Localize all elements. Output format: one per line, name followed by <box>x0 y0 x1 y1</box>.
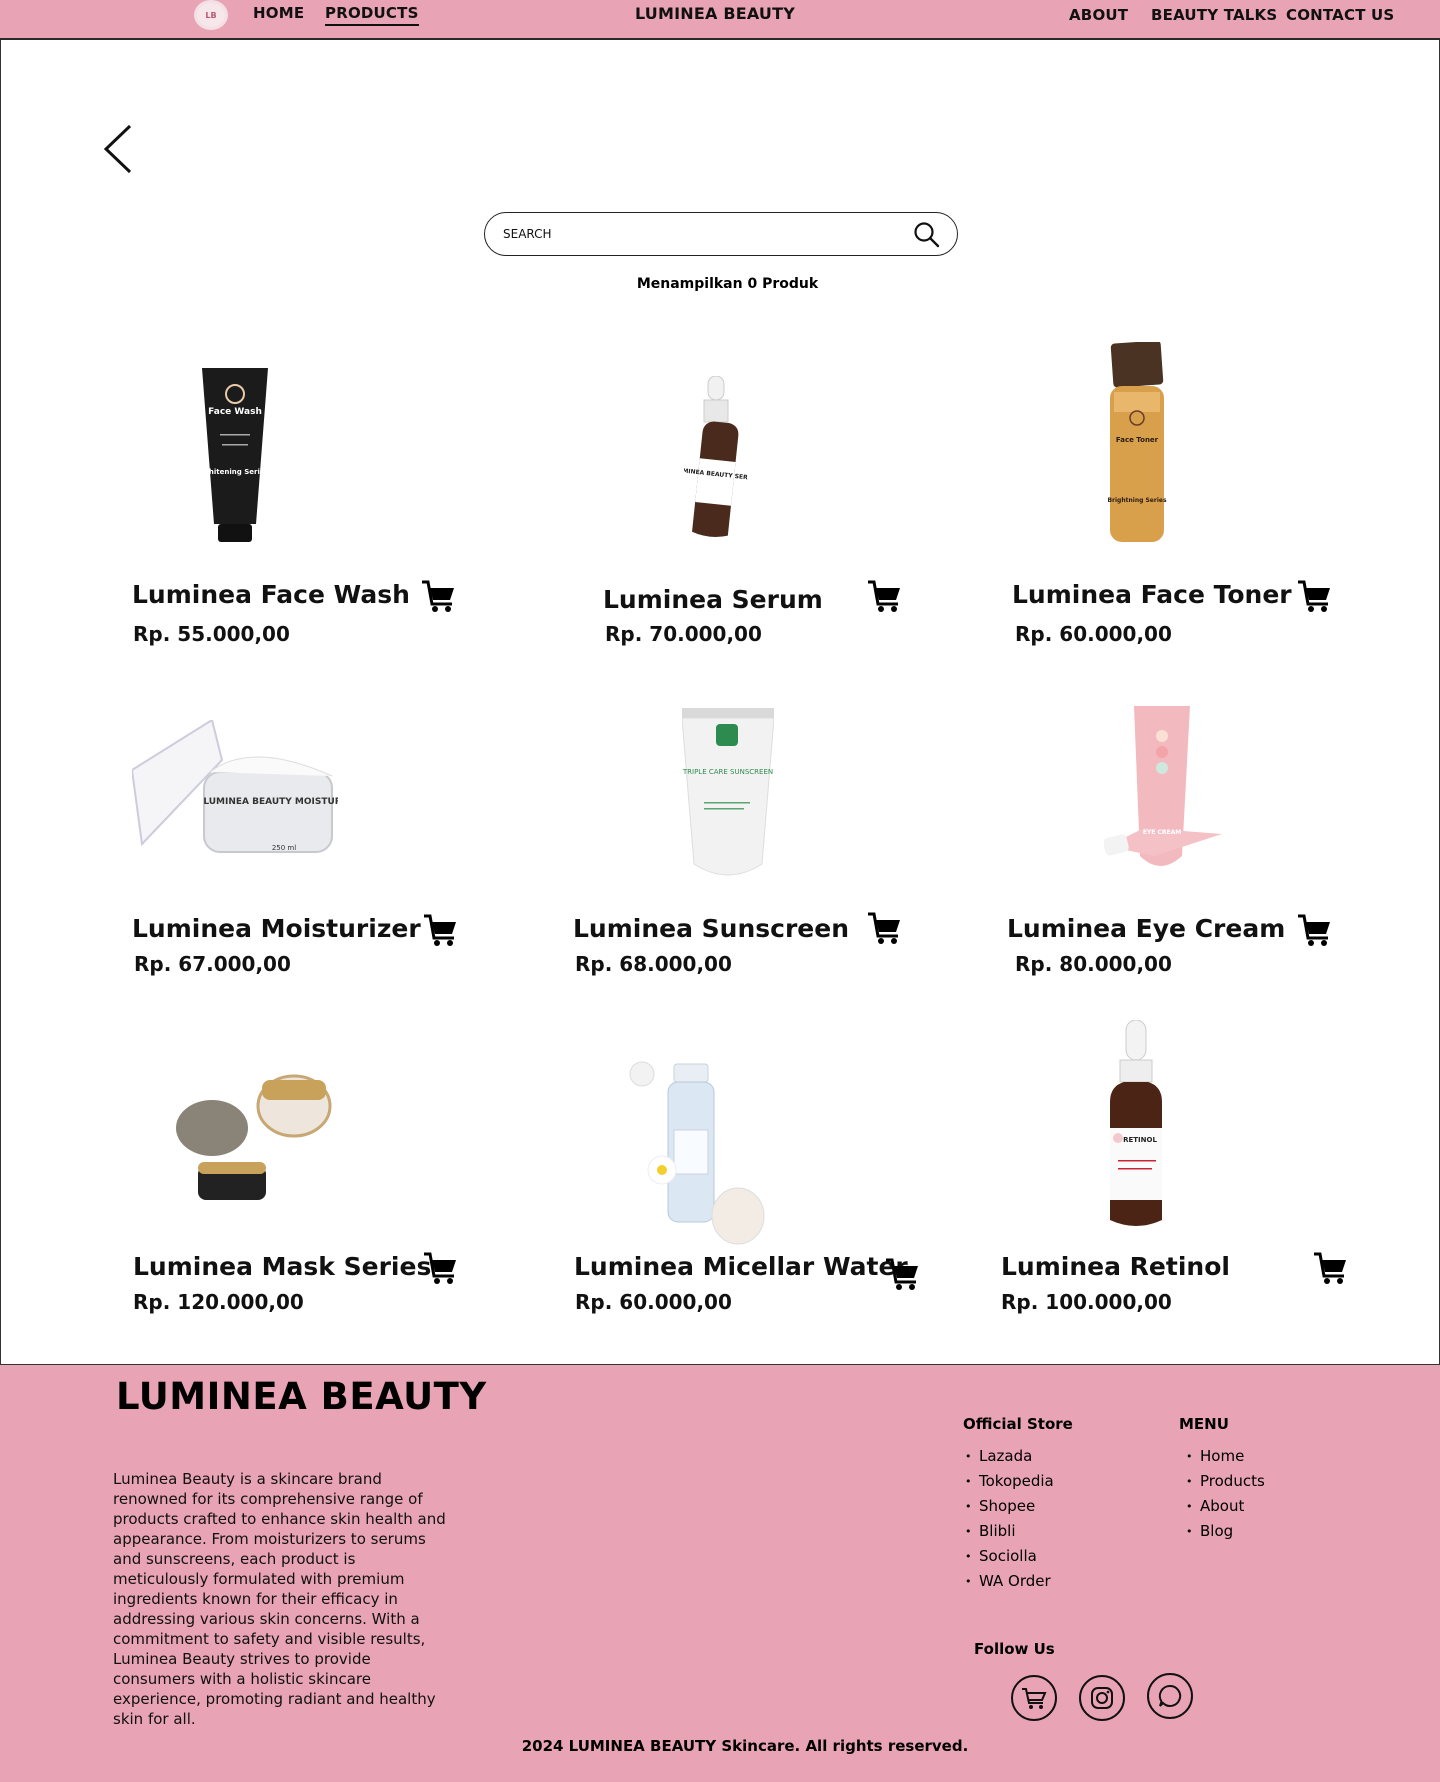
product-name[interactable]: Luminea Sunscreen <box>573 914 849 943</box>
product-price: Rp. 68.000,00 <box>575 952 732 976</box>
product-price: Rp. 55.000,00 <box>133 622 290 646</box>
product-name[interactable]: Luminea Face Wash <box>132 580 410 609</box>
toner-bottle-image: Face Toner Brightning Series <box>1107 342 1167 542</box>
eye-cream-tube-image: EYE CREAM <box>1104 706 1222 866</box>
toner-sub: Brightning Series <box>1107 497 1166 504</box>
store-link-wa-order[interactable]: WA Order <box>963 1569 1054 1594</box>
product-name[interactable]: Luminea Eye Cream <box>1007 914 1285 943</box>
add-to-cart-icon[interactable] <box>1296 912 1332 948</box>
face-wash-sub: Whitening Series <box>201 468 269 476</box>
product-price: Rp. 120.000,00 <box>133 1290 304 1314</box>
store-link-tokopedia[interactable]: Tokopedia <box>963 1469 1054 1494</box>
footer-title: LUMINEA BEAUTY <box>116 1375 487 1418</box>
search-bar <box>484 212 958 256</box>
moisturizer-jar-image: LUMINEA BEAUTY MOISTURIZER 250 ml <box>132 720 338 853</box>
store-link-lazada[interactable]: Lazada <box>963 1444 1054 1469</box>
copyright-text: 2024 LUMINEA BEAUTY Skincare. All rights… <box>521 1737 969 1755</box>
footer-link-blog[interactable]: Blog <box>1184 1519 1265 1544</box>
product-price: Rp. 80.000,00 <box>1015 952 1172 976</box>
product-name[interactable]: Luminea Moisturizer <box>132 914 421 943</box>
product-price: Rp. 60.000,00 <box>575 1290 732 1314</box>
footer-link-products[interactable]: Products <box>1184 1469 1265 1494</box>
store-link-sociolla[interactable]: Sociolla <box>963 1544 1054 1569</box>
store-link-shopee[interactable]: Shopee <box>963 1494 1054 1519</box>
product-price: Rp. 60.000,00 <box>1015 622 1172 646</box>
moisturizer-sub: 250 ml <box>272 844 296 852</box>
follow-us-title: Follow Us <box>974 1640 1055 1658</box>
add-to-cart-icon[interactable] <box>420 578 456 614</box>
nav-beauty-talks-link[interactable]: BEAUTY TALKS <box>1151 6 1277 24</box>
product-price: Rp. 70.000,00 <box>605 622 762 646</box>
nav-about-link[interactable]: ABOUT <box>1069 6 1128 24</box>
mask-jars-image <box>176 1074 332 1200</box>
official-store-list: Lazada Tokopedia Shopee Blibli Sociolla … <box>963 1444 1054 1594</box>
face-wash-tube-image: Face Wash Whitening Series <box>201 368 269 542</box>
product-name[interactable]: Luminea Retinol <box>1001 1252 1230 1281</box>
product-count-text: Menampilkan 0 Produk <box>636 276 819 292</box>
product-name[interactable]: Luminea Mask Series <box>133 1252 431 1281</box>
eye-cream-label: EYE CREAM <box>1143 829 1181 836</box>
sunscreen-label: TRIPLE CARE SUNSCREEN <box>682 768 773 776</box>
page-frame-left <box>0 40 1 1364</box>
product-price: Rp. 67.000,00 <box>134 952 291 976</box>
retinol-dropper-bottle-image: RETINOL <box>1110 1020 1162 1226</box>
toner-label: Face Toner <box>1116 436 1159 444</box>
sunscreen-tube-image: TRIPLE CARE SUNSCREEN <box>682 708 774 876</box>
add-to-cart-icon[interactable] <box>1312 1250 1348 1286</box>
product-name[interactable]: Luminea Face Toner <box>1012 580 1292 609</box>
official-store-title: Official Store <box>963 1415 1073 1433</box>
instagram-icon[interactable] <box>1079 1675 1125 1721</box>
add-to-cart-icon[interactable] <box>422 912 458 948</box>
serum-bottle-image: LUMINEA BEAUTY SERUM <box>684 376 748 537</box>
footer-link-about[interactable]: About <box>1184 1494 1265 1519</box>
shopping-cart-icon[interactable] <box>1011 1675 1057 1721</box>
search-icon[interactable] <box>913 221 941 249</box>
search-input[interactable] <box>503 223 883 245</box>
footer: LUMINEA BEAUTY Luminea Beauty is a skinc… <box>0 1364 1440 1782</box>
footer-description: Luminea Beauty is a skincare brand renow… <box>113 1470 446 1728</box>
footer-link-home[interactable]: Home <box>1184 1444 1265 1469</box>
product-name[interactable]: Luminea Micellar Water <box>574 1252 908 1281</box>
micellar-bottle-image <box>629 1061 765 1245</box>
nav-contact-link[interactable]: CONTACT US <box>1286 6 1394 24</box>
store-link-blibli[interactable]: Blibli <box>963 1519 1054 1544</box>
add-to-cart-icon[interactable] <box>866 578 902 614</box>
whatsapp-icon[interactable] <box>1147 1673 1193 1719</box>
product-price: Rp. 100.000,00 <box>1001 1290 1172 1314</box>
add-to-cart-icon[interactable] <box>884 1256 920 1292</box>
add-to-cart-icon[interactable] <box>422 1250 458 1286</box>
add-to-cart-icon[interactable] <box>1296 578 1332 614</box>
footer-menu-list: Home Products About Blog <box>1184 1444 1265 1544</box>
add-to-cart-icon[interactable] <box>866 910 902 946</box>
product-name[interactable]: Luminea Serum <box>603 585 823 614</box>
face-wash-label: Face Wash <box>208 407 262 417</box>
moisturizer-label: LUMINEA BEAUTY MOISTURIZER <box>203 797 338 807</box>
menu-title: MENU <box>1179 1415 1229 1433</box>
top-nav: LB HOME PRODUCTS LUMINEA BEAUTY ABOUT BE… <box>0 0 1440 40</box>
retinol-label: RETINOL <box>1123 1136 1157 1144</box>
back-arrow-icon[interactable] <box>100 122 140 176</box>
